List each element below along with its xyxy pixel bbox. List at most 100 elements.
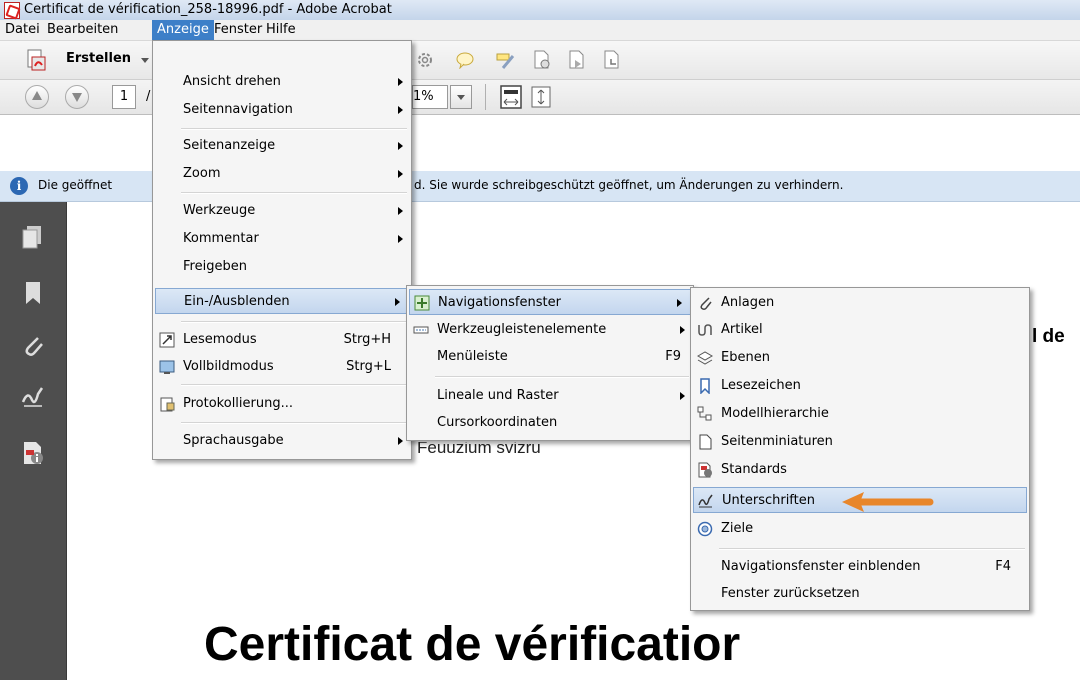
menu-fenster[interactable]: Fenster (209, 20, 267, 40)
menu-item-zoom[interactable]: Zoom (153, 161, 411, 187)
zoom-dropdown-button[interactable] (450, 85, 472, 109)
create-button[interactable]: Erstellen (66, 51, 131, 66)
menu-item-lesemodus[interactable]: Lesemodus Strg+H (153, 327, 411, 353)
menu-separator (719, 548, 1025, 550)
document-text-fragment-2: Feuuzium svizru (417, 438, 541, 457)
menu-item-label: Seitenminiaturen (721, 434, 833, 449)
navigationsfenster-submenu: Anlagen Artikel Ebenen Lesezeichen Model… (690, 287, 1030, 611)
ein-ausblenden-submenu: Navigationsfenster Werkzeugleistenelemen… (406, 285, 694, 441)
menu-item-label: Menüleiste (437, 349, 508, 364)
menu-item-label: Lesezeichen (721, 378, 801, 393)
submenu-arrow-icon (398, 142, 403, 150)
menu-item-werkzeuge[interactable]: Werkzeuge (153, 198, 411, 224)
chevron-down-icon (457, 95, 465, 100)
fit-page-icon[interactable] (500, 85, 522, 113)
standards-icon (697, 462, 713, 478)
menu-item-vollbildmodus[interactable]: Vollbildmodus Strg+L (153, 354, 411, 380)
create-pdf-icon[interactable] (26, 49, 46, 71)
submenu-arrow-icon (680, 326, 685, 334)
menu-item-menueleiste[interactable]: Menüleiste F9 (407, 344, 693, 370)
menu-item-label: Seitenanzeige (183, 138, 276, 153)
next-page-icon[interactable] (65, 85, 89, 109)
menu-item-label: Ein-/Ausblenden (184, 294, 290, 309)
previous-page-icon[interactable] (25, 85, 49, 109)
orange-pointer-arrow-icon (840, 490, 936, 518)
menu-item-freigeben[interactable]: Freigeben (153, 254, 411, 280)
submenu-arrow-icon (398, 170, 403, 178)
page-number-input[interactable]: 1 (112, 85, 136, 109)
menu-item-label: Protokollierung... (183, 396, 293, 411)
document-heading: Certificat de vérificatior (204, 618, 741, 671)
menu-item-standards[interactable]: Standards (691, 457, 1029, 483)
menu-item-ebenen[interactable]: Ebenen (691, 345, 1029, 371)
security-document-icon[interactable] (20, 440, 46, 466)
menu-bearbeiten[interactable]: Bearbeiten (42, 20, 123, 40)
toolbar-items-icon (413, 322, 429, 338)
window-title-bar: Certificat de vérification_258-18996.pdf… (0, 0, 1080, 20)
menu-item-modellhierarchie[interactable]: Modellhierarchie (691, 401, 1029, 427)
menu-item-protokollierung[interactable]: Protokollierung... (153, 391, 411, 417)
menu-item-cursorkoordinaten[interactable]: Cursorkoordinaten (407, 410, 693, 436)
menu-item-sprachausgabe[interactable]: Sprachausgabe (153, 428, 411, 454)
menu-item-seitennavigation[interactable]: Seitennavigation (153, 97, 411, 123)
menu-item-label: Sprachausgabe (183, 433, 284, 448)
menu-item-navigationsfenster-einblenden[interactable]: Navigationsfenster einblenden F4 (691, 554, 1029, 580)
menu-item-anlagen[interactable]: Anlagen (691, 290, 1029, 316)
menu-hilfe[interactable]: Hilfe (261, 20, 301, 40)
menu-item-shortcut: F4 (995, 559, 1011, 574)
bookmark-icon[interactable] (20, 280, 46, 306)
submenu-arrow-icon (398, 78, 403, 86)
submenu-arrow-icon (680, 392, 685, 400)
document-stamp-icon[interactable] (532, 50, 552, 74)
info-message-start: Die geöffnet (38, 178, 113, 192)
submenu-arrow-icon (398, 106, 403, 114)
menu-item-seitenanzeige[interactable]: Seitenanzeige (153, 133, 411, 159)
menu-item-ziele[interactable]: Ziele (691, 516, 1029, 542)
menu-item-navigationsfenster[interactable]: Navigationsfenster (409, 289, 691, 315)
menu-item-artikel[interactable]: Artikel (691, 317, 1029, 343)
menu-item-label: Lesemodus (183, 332, 257, 347)
menu-item-lesezeichen[interactable]: Lesezeichen (691, 373, 1029, 399)
attachment-paperclip-icon[interactable] (20, 332, 46, 358)
info-message-end: d. Sie wurde schreibgeschützt geöffnet, … (414, 178, 844, 192)
page-thumbnails-icon[interactable] (20, 224, 46, 250)
menu-item-lineale-und-raster[interactable]: Lineale und Raster (407, 383, 693, 409)
document-export-icon[interactable] (567, 50, 587, 74)
read-mode-icon (159, 332, 175, 348)
signature-icon[interactable] (20, 384, 46, 410)
info-icon: i (10, 177, 28, 195)
menu-item-ansicht-drehen[interactable]: Ansicht drehen (153, 69, 411, 95)
menu-item-kommentar[interactable]: Kommentar (153, 226, 411, 252)
page-separator: / (146, 89, 151, 104)
bookmark-icon (697, 378, 713, 395)
settings-gear-icon[interactable] (416, 51, 434, 73)
menu-item-label: Seitennavigation (183, 102, 293, 117)
model-tree-icon (697, 406, 713, 422)
menu-datei[interactable]: Datei (0, 20, 45, 40)
fit-width-icon[interactable] (531, 86, 551, 112)
menu-item-label: Lineale und Raster (437, 388, 559, 403)
menu-anzeige[interactable]: Anzeige (152, 20, 214, 40)
zoom-value: 1% (413, 89, 434, 104)
navigation-pane-bar (0, 202, 67, 680)
window-title: Certificat de vérification_258-18996.pdf… (24, 2, 392, 17)
menu-item-seitenminiaturen[interactable]: Seitenminiaturen (691, 429, 1029, 455)
menu-item-label: Anlagen (721, 295, 775, 310)
document-attach-icon[interactable] (602, 50, 622, 74)
create-dropdown-icon[interactable] (141, 58, 149, 63)
menu-separator (181, 384, 407, 386)
menu-item-werkzeugleistenelemente[interactable]: Werkzeugleistenelemente (407, 317, 693, 343)
zoom-input[interactable]: 1% (412, 85, 448, 109)
protocol-icon (159, 396, 175, 412)
menu-item-fenster-zuruecksetzen[interactable]: Fenster zurücksetzen (691, 581, 1029, 607)
menu-item-label: Ansicht drehen (183, 74, 281, 89)
highlight-text-icon[interactable] (495, 50, 515, 74)
menu-item-label: Artikel (721, 322, 763, 337)
menu-item-ein-ausblenden[interactable]: Ein-/Ausblenden (155, 288, 409, 314)
comment-icon[interactable] (455, 51, 475, 73)
acrobat-pdf-icon (4, 2, 20, 19)
destinations-icon (697, 521, 713, 537)
fullscreen-icon (159, 359, 175, 375)
menu-separator (181, 192, 407, 194)
menu-item-label: Cursorkoordinaten (437, 415, 558, 430)
